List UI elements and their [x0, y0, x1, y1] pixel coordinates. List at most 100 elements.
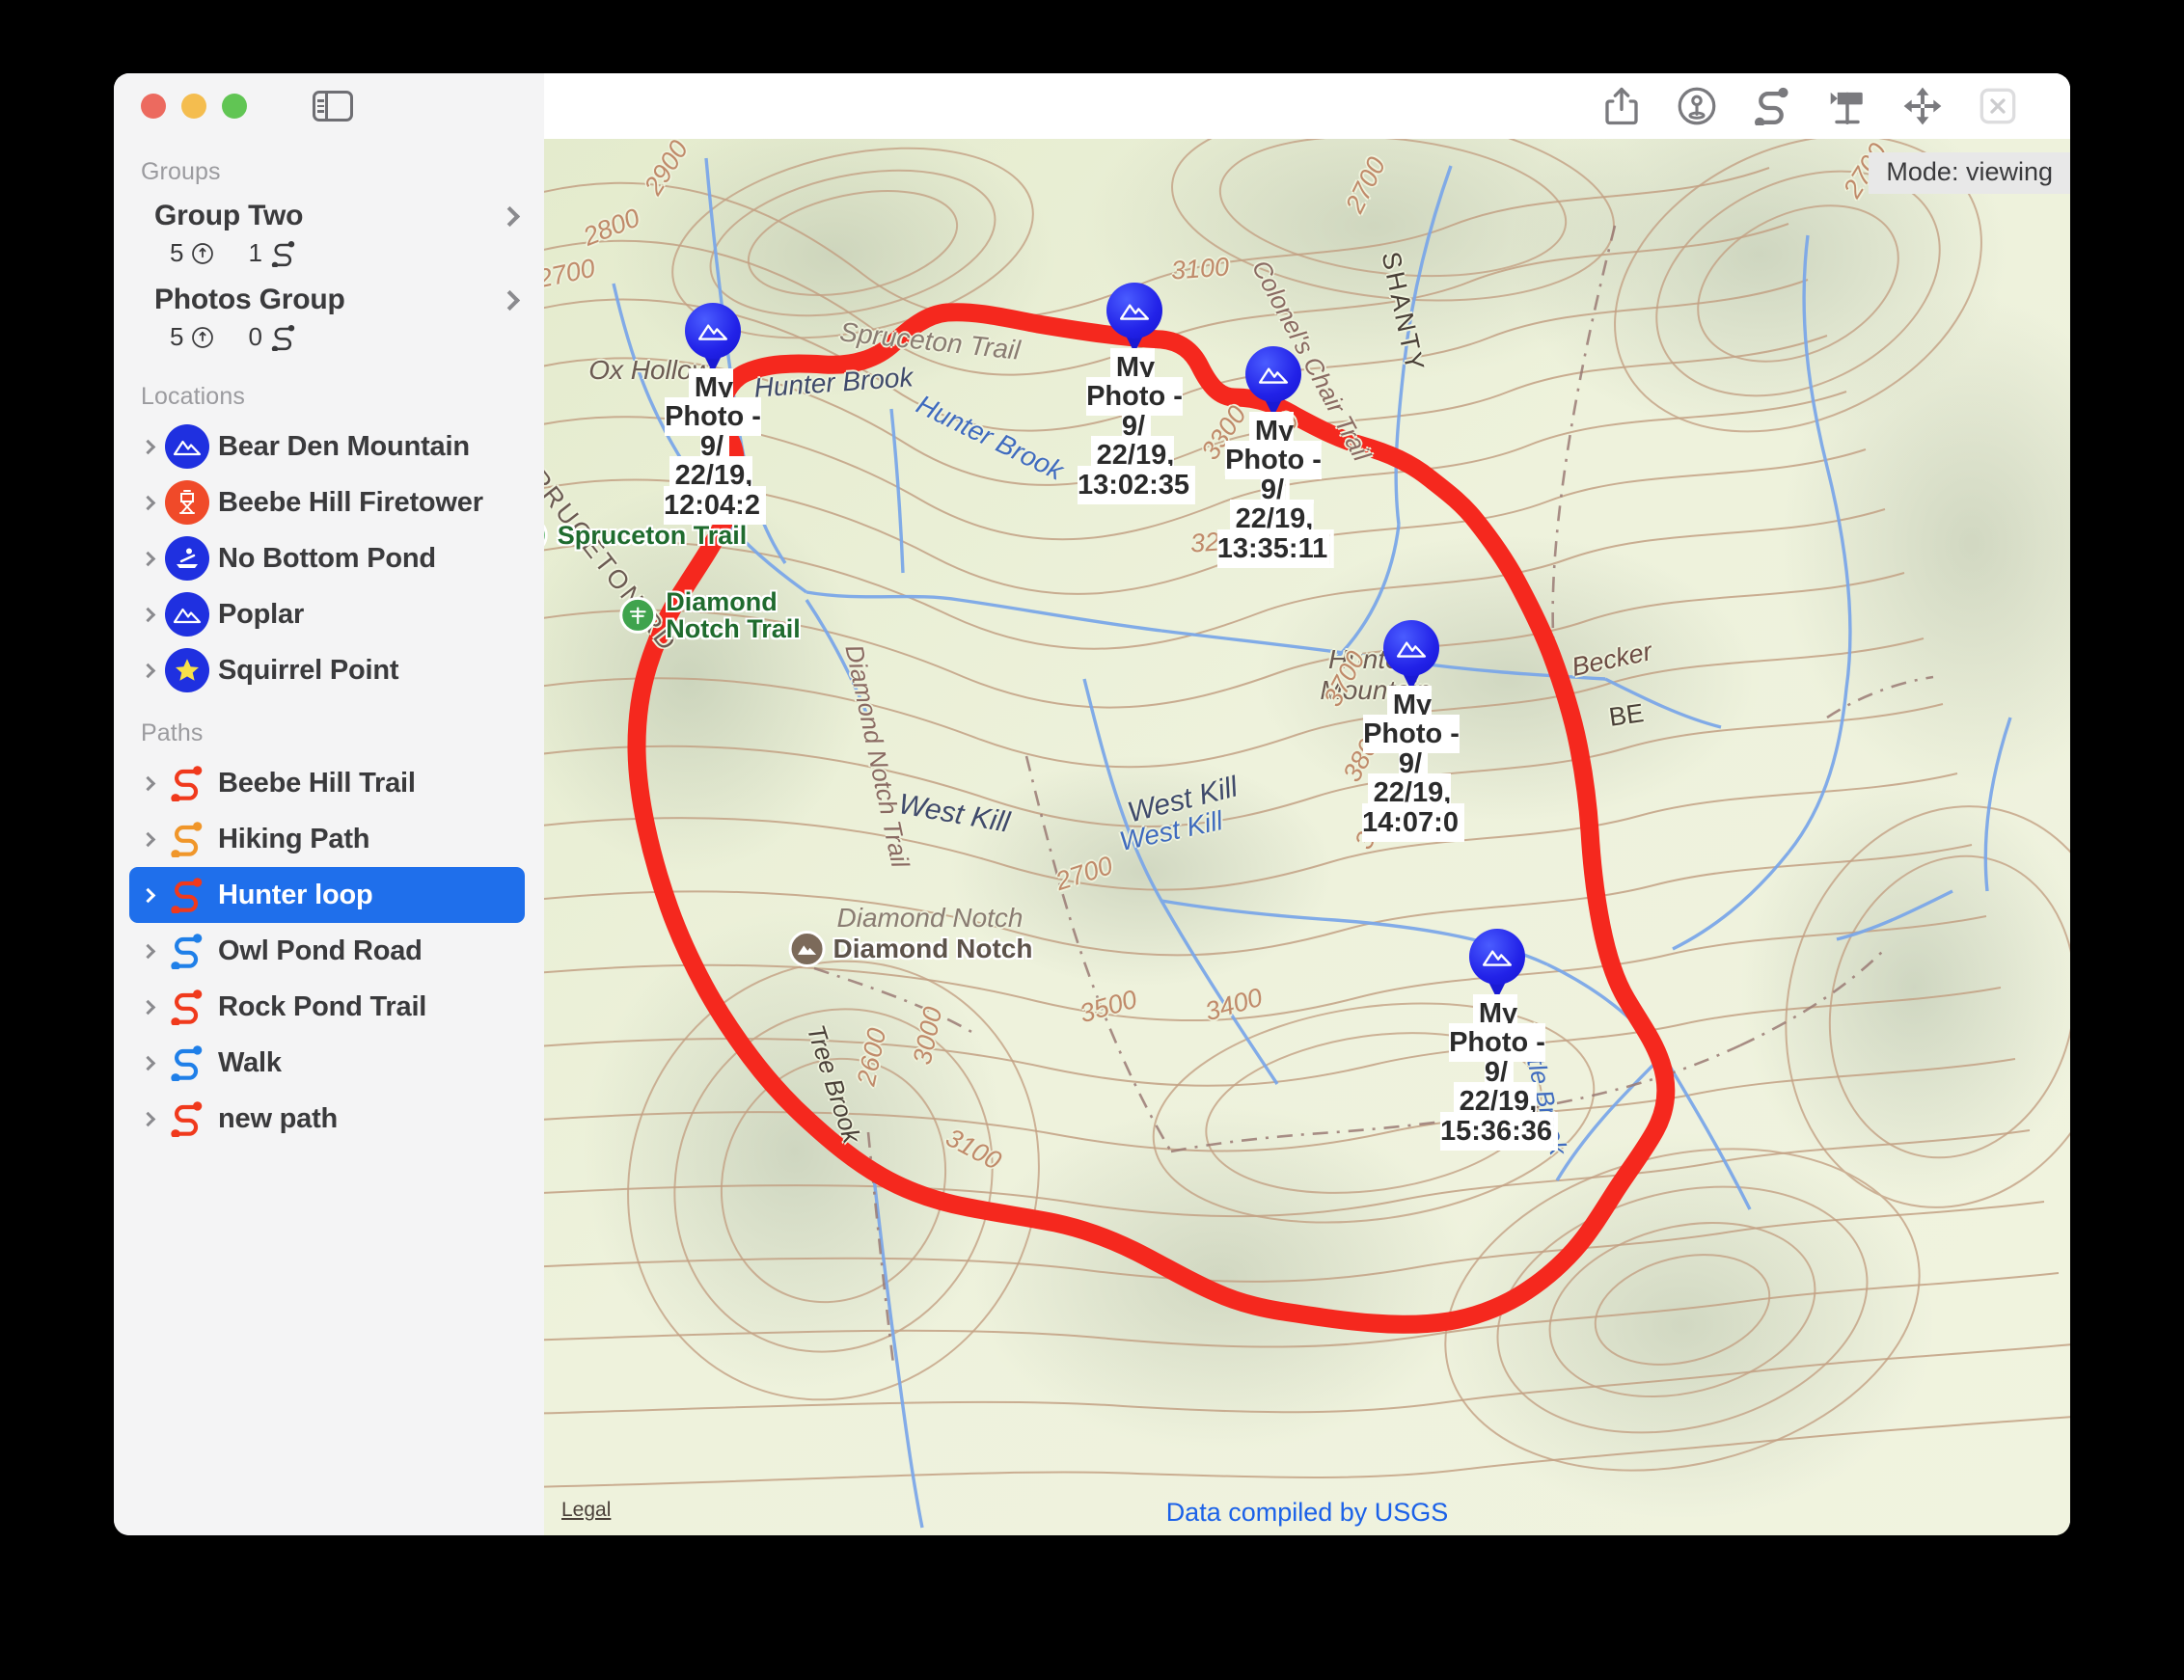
- path-route-icon: [162, 1100, 212, 1137]
- section-header-paths: Paths: [141, 719, 204, 746]
- path-route-icon: [162, 933, 212, 969]
- disclosure-triangle-icon[interactable]: [137, 607, 162, 622]
- photo-pin[interactable]: My Photo - 9/22/19, 14:07:0: [1362, 620, 1461, 838]
- paths-count-value: 0: [248, 322, 262, 351]
- photo-pin-label: My Photo - 9/22/19, 12:04:2: [664, 372, 762, 521]
- sidebar-item-hunter-loop[interactable]: Hunter loop: [129, 867, 525, 923]
- location-count-icon: [192, 326, 214, 348]
- photo-pin-label: My Photo - 9/22/19, 15:36:36: [1439, 998, 1555, 1147]
- trailhead-marker[interactable]: Spruceton Trail: [544, 517, 747, 554]
- move-icon[interactable]: [1885, 79, 1960, 133]
- signpost-icon[interactable]: [1810, 79, 1885, 133]
- sidebar-content: Groups Group Two 5 1 Photos Group 5 0 Lo…: [114, 158, 544, 1147]
- group-locations-count: 5: [170, 322, 215, 352]
- sidebar-item-hiking-path[interactable]: Hiking Path: [129, 811, 525, 867]
- path-route-icon: [162, 877, 212, 913]
- sidebar-item-label: Beebe Hill Firetower: [218, 486, 483, 518]
- disclosure-triangle-icon[interactable]: [137, 943, 162, 959]
- group-locations-count: 5: [170, 238, 215, 268]
- add-path-icon[interactable]: [1734, 79, 1810, 133]
- close-window-button[interactable]: [141, 94, 166, 119]
- mountain-icon: [162, 424, 212, 469]
- disclosure-triangle-icon[interactable]: [137, 495, 162, 510]
- close-icon[interactable]: [1960, 79, 2035, 133]
- group-name: Photos Group: [154, 284, 345, 315]
- mountain-icon: [1245, 346, 1301, 402]
- sidebar-item-squirrel-point[interactable]: Squirrel Point: [129, 642, 525, 698]
- disclosure-triangle-icon[interactable]: [137, 663, 162, 678]
- share-icon[interactable]: [1584, 79, 1659, 133]
- sidebar-item-label: Squirrel Point: [218, 654, 399, 686]
- disclosure-triangle-icon[interactable]: [137, 1111, 162, 1126]
- sidebar-item-label: new path: [218, 1102, 339, 1134]
- map-pane: Ox Hollow Hunter Brook Hunter Brook Sprucet…: [544, 73, 2070, 1535]
- group-row-photos-group[interactable]: Photos Group 5 0: [114, 278, 544, 362]
- minimize-window-button[interactable]: [181, 94, 206, 119]
- sidebar-item-rock-pond-trail[interactable]: Rock Pond Trail: [129, 979, 525, 1035]
- sidebar-toggle-icon[interactable]: [313, 91, 353, 122]
- photo-pin[interactable]: My Photo - 9/22/19, 13:02:35: [1077, 283, 1192, 501]
- add-location-icon[interactable]: [1659, 79, 1734, 133]
- signpost-icon: [619, 596, 657, 634]
- paths-count-value: 1: [248, 238, 262, 267]
- trailhead-label: Spruceton Trail: [557, 520, 748, 550]
- disclosure-triangle-icon[interactable]: [137, 1055, 162, 1070]
- path-route-icon: [162, 989, 212, 1025]
- sidebar-item-no-bottom-pond[interactable]: No Bottom Pond: [129, 530, 525, 586]
- sidebar-item-label: Owl Pond Road: [218, 935, 423, 966]
- group-counts: 5 1: [154, 238, 519, 268]
- sidebar-item-label: Hunter loop: [218, 879, 373, 910]
- zoom-window-button[interactable]: [222, 94, 247, 119]
- group-paths-count: 1: [248, 238, 297, 268]
- sidebar-item-label: Beebe Hill Trail: [218, 767, 416, 799]
- mountain-pass-icon: [788, 931, 826, 967]
- sidebar-item-beebe-hill-firetower[interactable]: Beebe Hill Firetower: [129, 474, 525, 530]
- sidebar-item-label: Rock Pond Trail: [218, 990, 427, 1022]
- group-paths-count: 0: [248, 322, 297, 352]
- photo-pin[interactable]: My Photo - 9/22/19, 15:36:36: [1439, 929, 1555, 1147]
- disclosure-triangle-icon[interactable]: [137, 831, 162, 847]
- section-header-groups: Groups: [141, 158, 221, 185]
- boat-icon: [162, 536, 212, 581]
- group-name: Group Two: [154, 200, 304, 231]
- sidebar-item-label: Walk: [218, 1046, 282, 1078]
- photo-pin[interactable]: My Photo - 9/22/19, 13:35:11: [1216, 346, 1330, 564]
- legal-link[interactable]: Legal: [561, 1499, 611, 1522]
- trailhead-label: Diamond Notch Trail: [666, 586, 801, 643]
- mountain-icon: [1469, 929, 1525, 985]
- poi-marker[interactable]: Diamond Notch: [788, 931, 1032, 967]
- hiker-icon: [544, 517, 548, 554]
- group-row-group-two[interactable]: Group Two 5 1: [114, 194, 544, 278]
- path-route-icon: [162, 765, 212, 801]
- sidebar-item-bear-den-mountain[interactable]: Bear Den Mountain: [129, 419, 525, 474]
- sidebar-item-beebe-hill-trail[interactable]: Beebe Hill Trail: [129, 755, 525, 811]
- path-count-icon: [271, 240, 295, 267]
- disclosure-triangle-icon[interactable]: [137, 999, 162, 1015]
- sidebar-item-label: No Bottom Pond: [218, 542, 436, 574]
- trailhead-marker[interactable]: Diamond Notch Trail: [619, 588, 801, 642]
- sidebar-item-label: Bear Den Mountain: [218, 430, 470, 462]
- group-counts: 5 0: [154, 322, 519, 352]
- path-count-icon: [271, 324, 295, 351]
- path-route-icon: [162, 1044, 212, 1081]
- sidebar-item-poplar[interactable]: Poplar: [129, 586, 525, 642]
- sidebar-item-owl-pond-road[interactable]: Owl Pond Road: [129, 923, 525, 979]
- disclosure-triangle-icon[interactable]: [137, 887, 162, 903]
- map-canvas[interactable]: Ox Hollow Hunter Brook Hunter Brook Sprucet…: [544, 139, 2070, 1535]
- sidebar-item-walk[interactable]: Walk: [129, 1035, 525, 1091]
- firetower-icon: [162, 480, 212, 525]
- locations-count-value: 5: [170, 322, 184, 351]
- sidebar-titlebar: [114, 73, 544, 139]
- disclosure-triangle-icon[interactable]: [137, 551, 162, 566]
- photo-pin[interactable]: My Photo - 9/22/19, 12:04:2: [664, 303, 762, 521]
- sidebar-item-new-path[interactable]: new path: [129, 1091, 525, 1147]
- disclosure-triangle-icon[interactable]: [137, 775, 162, 791]
- map-terrain-label: BE: [1607, 698, 1646, 732]
- toolbar: [544, 73, 2070, 139]
- sidebar: Groups Group Two 5 1 Photos Group 5 0 Lo…: [114, 73, 544, 1535]
- disclosure-triangle-icon[interactable]: [137, 439, 162, 454]
- window-controls: [141, 94, 247, 119]
- sidebar-item-label: Hiking Path: [218, 823, 370, 854]
- mountain-icon: [685, 303, 741, 359]
- photo-pin-label: My Photo - 9/22/19, 13:35:11: [1216, 416, 1330, 564]
